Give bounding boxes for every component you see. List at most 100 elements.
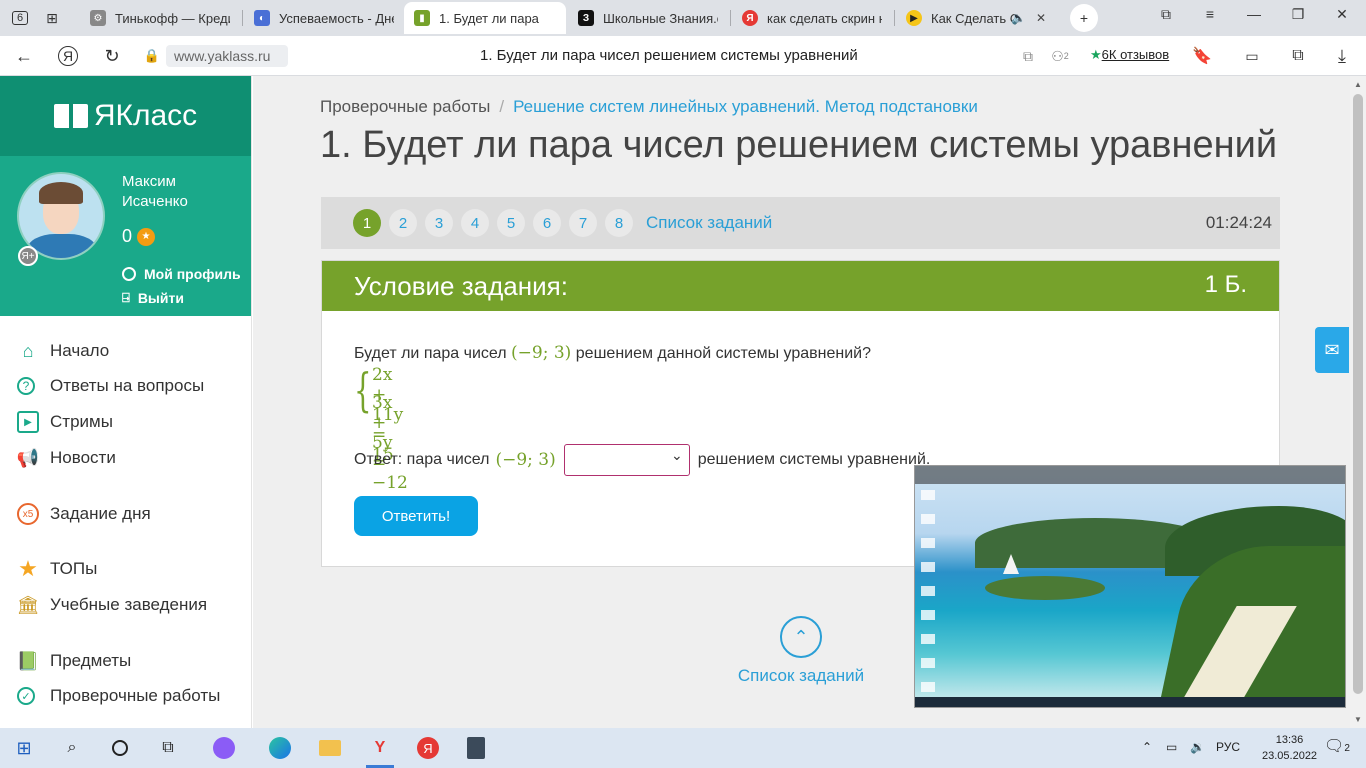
url-field[interactable]: www.yaklass.ru — [166, 45, 288, 67]
submit-answer-button[interactable]: Ответить! — [354, 496, 478, 536]
task-number-7[interactable]: 7 — [569, 209, 597, 237]
sidebar-item-tests[interactable]: ✓ Проверочные работы — [17, 684, 220, 708]
system-clock[interactable]: 13:36 23.05.2022 — [1262, 732, 1317, 764]
clock-time: 13:36 — [1275, 734, 1304, 746]
yandex-browser-icon[interactable]: Y — [366, 734, 394, 762]
scroll-up-icon[interactable]: ▲ — [1354, 80, 1362, 89]
bottom-task-list-label: Список заданий — [737, 666, 865, 685]
yandex-icon[interactable]: Я — [414, 734, 442, 762]
volume-icon[interactable]: 🔉 — [1190, 740, 1205, 754]
user-name: Максим Исаченко — [122, 173, 188, 210]
sidebar-item-subjects[interactable]: 📗 Предметы — [17, 649, 131, 673]
lock-icon[interactable]: 🔒 — [140, 44, 164, 68]
logout-link[interactable]: ⍈ Выйти — [122, 290, 184, 306]
equation-2: 3x + 5y = −12 — [372, 393, 408, 493]
tab-favicon-icon: Я — [742, 10, 758, 26]
scrollbar-thumb[interactable] — [1353, 94, 1363, 694]
collections-button-icon[interactable]: ⧉ — [1286, 44, 1310, 68]
preview-sailboat — [1003, 554, 1019, 574]
cortana-icon[interactable] — [106, 734, 134, 762]
question-pair: (−9; 3) — [511, 343, 572, 363]
yandex-logo-icon[interactable]: Я — [56, 44, 80, 68]
new-tab-group-icon[interactable]: ⊞ — [38, 4, 66, 32]
task-number-4[interactable]: 4 — [461, 209, 489, 237]
tab-title: Успеваемость - Дне — [279, 10, 394, 26]
scroll-down-icon[interactable]: ▼ — [1354, 715, 1362, 724]
address-page-title[interactable]: 1. Будет ли пара чисел решением системы … — [480, 47, 858, 64]
check-icon: ✓ — [17, 687, 35, 705]
restore-icon[interactable]: ❐ — [1286, 6, 1310, 23]
bottom-task-list-link[interactable]: ⌃ Список заданий — [737, 616, 865, 686]
tab-favicon-icon: З — [578, 10, 594, 26]
download-icon[interactable]: ⤓ — [1330, 44, 1354, 68]
task-view-icon[interactable]: ⧉ — [154, 734, 182, 762]
edge-icon[interactable] — [266, 734, 294, 762]
browser-tab-strip: 6 ⊞ ⚙ Тинькофф — Креди ◐ Успеваемость - … — [0, 0, 1366, 36]
back-icon[interactable]: ← — [12, 44, 36, 68]
alice-icon[interactable] — [210, 734, 238, 762]
file-explorer-icon[interactable] — [316, 734, 344, 762]
task-number-2[interactable]: 2 — [389, 209, 417, 237]
breadcrumb-current[interactable]: Решение систем линейных уравнений. Метод… — [513, 97, 978, 116]
tab-tinkoff[interactable]: ⚙ Тинькофф — Креди — [80, 2, 240, 34]
my-profile-link[interactable]: Мой профиль — [122, 266, 241, 282]
notifications-icon[interactable]: 🗨2 — [1324, 736, 1350, 756]
sidebar-item-tops[interactable]: ★ ТОПы — [17, 556, 97, 581]
question-prefix: Будет ли пара чисел — [354, 345, 507, 362]
tab-title: Как Сделать С — [931, 10, 1020, 26]
sidebar-item-institutions[interactable]: 🏛 Учебные заведения — [17, 593, 208, 617]
tab-title: Тинькофф — Креди — [115, 10, 230, 26]
calculator-icon[interactable] — [462, 734, 490, 762]
site-logo[interactable]: ЯКласс — [0, 76, 251, 156]
breadcrumb-root[interactable]: Проверочные работы — [320, 97, 490, 116]
tab-yaklass-active[interactable]: ▮ 1. Будет ли пара — [404, 2, 566, 34]
language-indicator[interactable]: РУС — [1216, 740, 1240, 754]
clock-date: 23.05.2022 — [1262, 750, 1318, 762]
menu-icon[interactable]: ≡ — [1198, 6, 1222, 22]
sidebar-item-daily-task[interactable]: x5 Задание дня — [17, 502, 151, 526]
page-title: 1. Будет ли пара чисел решением системы … — [320, 124, 1278, 166]
sidebar-item-news[interactable]: 📢 Новости — [17, 446, 116, 470]
windows-start-icon[interactable]: ⊞ — [10, 734, 38, 762]
answer-select[interactable] — [563, 444, 690, 476]
task-list-link[interactable]: Список заданий — [646, 213, 772, 233]
show-hidden-icons-icon[interactable]: ⌃ — [1142, 740, 1152, 754]
mail-icon: ✉ — [1324, 339, 1340, 360]
answer-pair: (−9; 3) — [495, 450, 556, 470]
breadcrumb-separator: / — [499, 97, 505, 116]
close-window-icon[interactable]: ✕ — [1330, 6, 1354, 23]
extensions-icon[interactable]: ⚇ 2 — [1048, 44, 1072, 68]
tab-video[interactable]: ▶ Как Сделать С 🔈 ✕ — [896, 2, 1056, 34]
collections-icon[interactable]: ⧉ — [1154, 6, 1178, 23]
battery-icon[interactable]: ▭ — [1166, 740, 1177, 754]
new-tab-button[interactable]: + — [1070, 4, 1098, 32]
tab-dnevnik[interactable]: ◐ Успеваемость - Дне — [244, 2, 404, 34]
copy-icon[interactable]: ⧉ — [1016, 44, 1040, 68]
task-number-1[interactable]: 1 — [353, 209, 381, 237]
bookmark-icon[interactable]: 🔖 — [1190, 44, 1214, 68]
task-number-3[interactable]: 3 — [425, 209, 453, 237]
tab-yandex-search[interactable]: Я как сделать скрин н — [732, 2, 892, 34]
close-tab-icon[interactable]: ✕ — [1036, 11, 1046, 25]
feedback-mail-button[interactable]: ✉ — [1315, 327, 1349, 373]
battery-saver-icon[interactable]: ▭ — [1240, 44, 1264, 68]
sidebar-item-streams[interactable]: ▶ Стримы — [17, 410, 113, 434]
task-number-8[interactable]: 8 — [605, 209, 633, 237]
task-number-5[interactable]: 5 — [497, 209, 525, 237]
reviews-badge[interactable]: ★6К отзывов — [1090, 47, 1169, 63]
minimize-icon[interactable]: — — [1242, 6, 1266, 22]
screenshot-preview-thumbnail[interactable] — [914, 465, 1346, 708]
tab-counter-button[interactable]: 6 — [6, 4, 34, 32]
speaker-icon[interactable]: 🔈 — [1011, 11, 1026, 25]
search-icon[interactable]: ⌕ — [58, 734, 86, 762]
page-scrollbar[interactable]: ▲ ▼ — [1350, 76, 1366, 728]
reload-icon[interactable]: ↻ — [100, 44, 124, 68]
sidebar-item-answers[interactable]: ? Ответы на вопросы — [17, 374, 204, 398]
tab-znanija[interactable]: З Школьные Знания.c — [568, 2, 728, 34]
sidebar-item-home[interactable]: ⌂ Начало — [17, 339, 110, 363]
task-number-6[interactable]: 6 — [533, 209, 561, 237]
windows-taskbar: ⊞ ⌕ ⧉ Y Я ⌃ ▭ 🔉 РУС 13:36 23.05.2022 🗨2 — [0, 728, 1366, 768]
star-icon: ★ — [18, 556, 38, 581]
preview-desktop-icons-column — [921, 490, 935, 700]
sidebar: ЯКласс Я+ Максим Исаченко 0 ★ Мой профил… — [0, 76, 252, 728]
